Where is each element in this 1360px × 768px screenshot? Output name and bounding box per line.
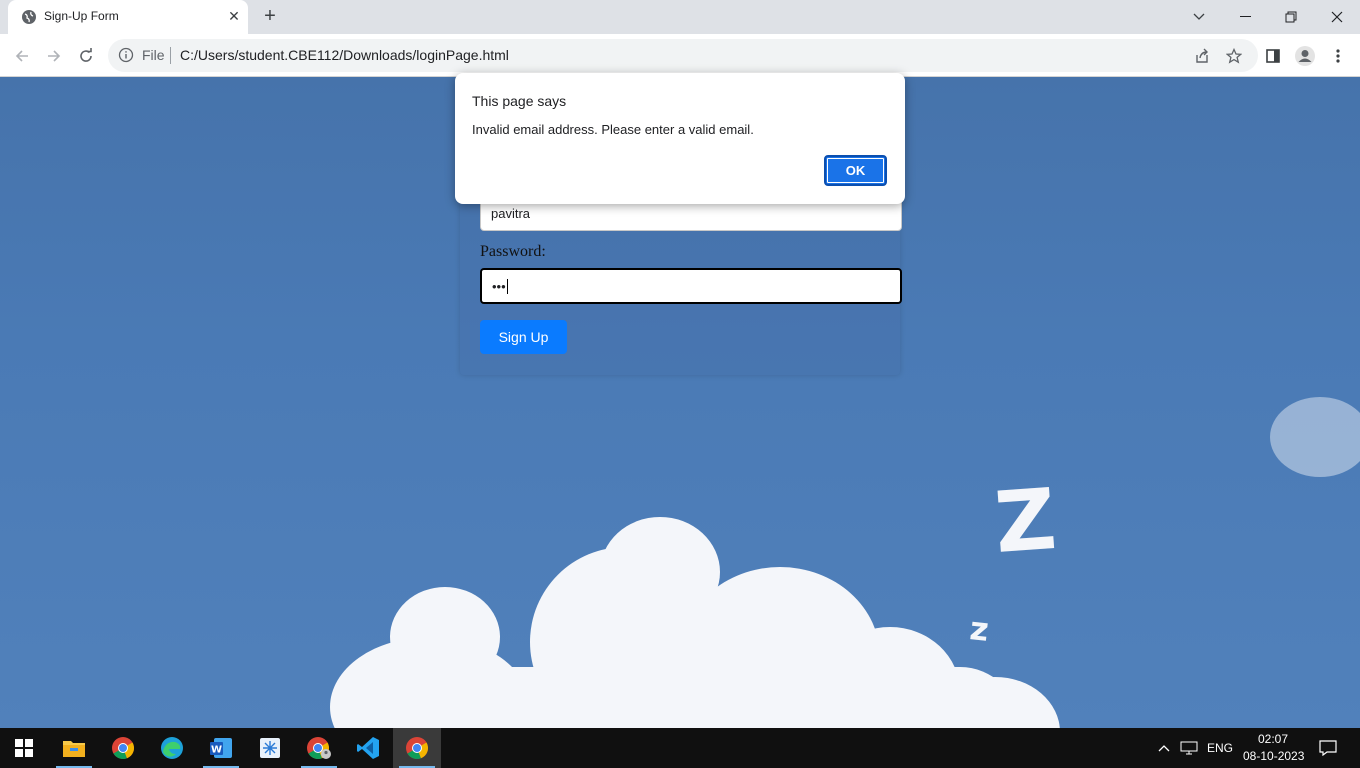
chrome-icon[interactable] xyxy=(99,728,147,768)
username-value: pavitra xyxy=(491,205,531,221)
ok-button[interactable]: OK xyxy=(824,155,887,186)
chrome-profile-icon[interactable] xyxy=(295,728,343,768)
text-cursor xyxy=(506,278,508,294)
tab-search-icon[interactable] xyxy=(1176,0,1222,34)
minimize-icon[interactable] xyxy=(1222,0,1268,34)
clock-date[interactable]: 08-10-2023 xyxy=(1243,749,1304,763)
language-indicator[interactable]: ENG xyxy=(1207,741,1233,755)
windows-taskbar: W ENG 02:07 08-10-2023 xyxy=(0,728,1360,768)
word-icon[interactable]: W xyxy=(197,728,245,768)
address-scheme-label: File xyxy=(142,47,165,63)
file-explorer-icon[interactable] xyxy=(50,728,98,768)
edge-icon[interactable] xyxy=(148,728,196,768)
windows-start-icon[interactable] xyxy=(0,728,48,768)
share-icon[interactable] xyxy=(1188,42,1216,70)
chrome-active-icon[interactable] xyxy=(393,728,441,768)
back-arrow-icon[interactable] xyxy=(8,42,36,70)
notifications-icon[interactable] xyxy=(1312,728,1344,768)
restore-icon[interactable] xyxy=(1268,0,1314,34)
close-window-icon[interactable] xyxy=(1314,0,1360,34)
browser-tab-strip: Sign-Up Form ✕ + xyxy=(0,0,1360,34)
globe-icon xyxy=(22,10,36,24)
alert-dialog: This page says Invalid email address. Pl… xyxy=(455,73,905,204)
address-divider xyxy=(170,47,171,64)
password-label: Password: xyxy=(480,243,546,260)
side-panel-icon[interactable] xyxy=(1259,42,1287,70)
sign-up-button[interactable]: Sign Up xyxy=(480,320,567,354)
password-field[interactable]: ••• xyxy=(480,268,902,304)
browser-tab[interactable]: Sign-Up Form ✕ xyxy=(8,0,248,34)
new-tab-icon[interactable]: + xyxy=(260,6,280,26)
address-bar[interactable]: File C:/Users/student.CBE112/Downloads/l… xyxy=(108,39,1258,72)
dialog-title: This page says xyxy=(472,93,567,109)
info-icon[interactable] xyxy=(118,47,134,63)
more-menu-icon[interactable] xyxy=(1324,42,1352,70)
signup-form-card: pavitra Password: ••• Sign Up xyxy=(460,177,902,375)
svg-text:W: W xyxy=(211,745,222,756)
clock-time[interactable]: 02:07 xyxy=(1258,732,1288,746)
reload-icon[interactable] xyxy=(72,42,100,70)
password-value: ••• xyxy=(492,278,506,294)
tab-title: Sign-Up Form xyxy=(44,9,119,23)
bookmark-star-icon[interactable] xyxy=(1220,42,1248,70)
dialog-message: Invalid email address. Please enter a va… xyxy=(472,122,754,137)
network-icon[interactable] xyxy=(1177,728,1201,768)
close-tab-icon[interactable]: ✕ xyxy=(226,8,242,24)
tray-chevron-up-icon[interactable] xyxy=(1152,728,1176,768)
profile-avatar-icon[interactable] xyxy=(1291,42,1319,70)
browser-toolbar: File C:/Users/student.CBE112/Downloads/l… xyxy=(0,34,1360,77)
vscode-icon[interactable] xyxy=(344,728,392,768)
snipping-tool-icon[interactable] xyxy=(246,728,294,768)
address-url[interactable]: C:/Users/student.CBE112/Downloads/loginP… xyxy=(180,47,509,63)
forward-arrow-icon[interactable] xyxy=(40,42,68,70)
